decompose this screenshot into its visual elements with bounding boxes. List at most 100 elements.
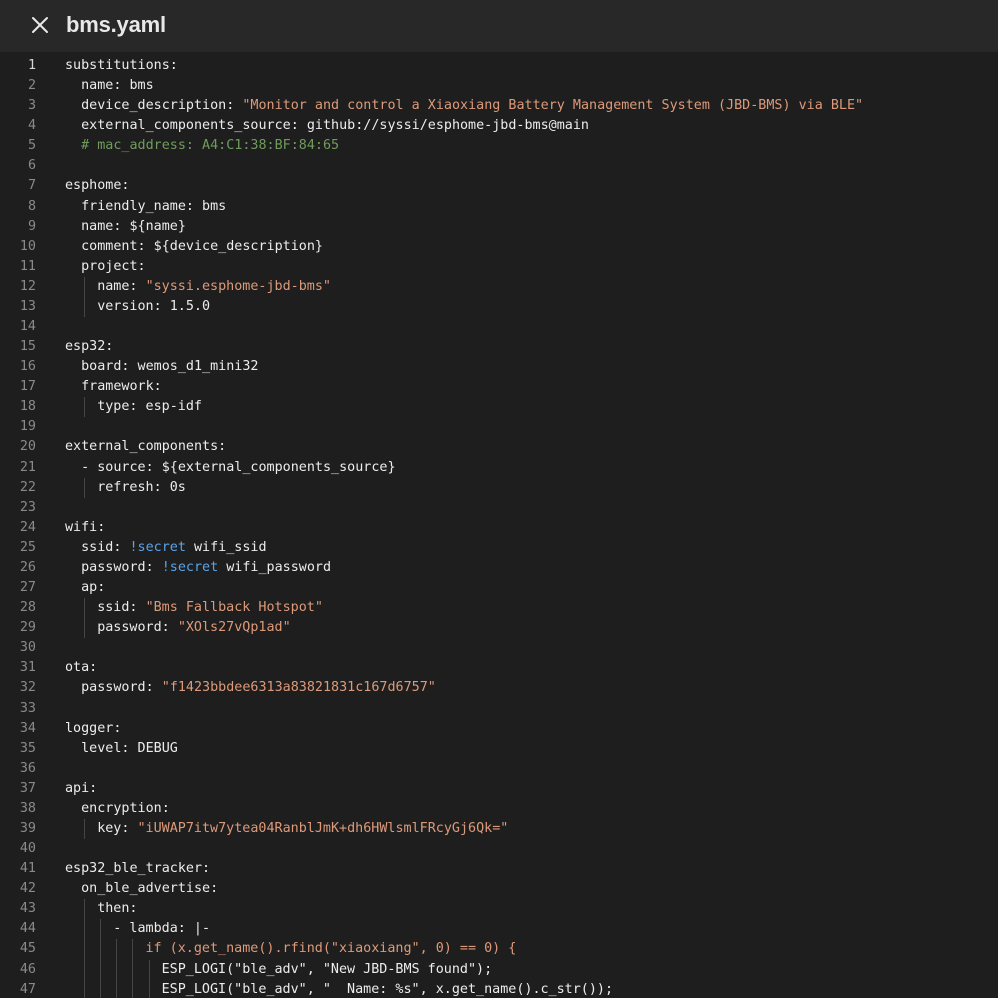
- code-line[interactable]: 30: [0, 638, 998, 658]
- code-text: esphome:: [65, 176, 130, 196]
- code-line[interactable]: 23: [0, 498, 998, 518]
- line-number: 8: [27, 198, 36, 214]
- code-line[interactable]: 20 external_components:: [0, 437, 998, 457]
- code-text: external_components:: [65, 437, 226, 457]
- indent-guide: [100, 919, 102, 940]
- close-button[interactable]: [24, 9, 56, 41]
- code-line[interactable]: 36: [0, 759, 998, 779]
- code-text: password: "XOls27vQp1ad": [97, 618, 291, 638]
- code-line[interactable]: 40: [0, 839, 998, 859]
- code-text: on_ble_advertise:: [81, 879, 218, 899]
- code-line[interactable]: 17 framework:: [0, 377, 998, 397]
- code-text: name: ${name}: [81, 217, 186, 237]
- key-token: level: DEBUG: [81, 740, 178, 756]
- code-line[interactable]: 12 name: "syssi.esphome-jbd-bms": [0, 276, 998, 297]
- code-editor[interactable]: 1 substitutions: 2 name: bms 3 device_descrip…: [0, 56, 998, 998]
- code-line[interactable]: 44 - lambda: |-: [0, 919, 998, 940]
- indent-guide: [84, 959, 86, 980]
- code-line[interactable]: 24 wifi:: [0, 518, 998, 538]
- code-text: name: bms: [81, 76, 154, 96]
- line-number: 23: [19, 499, 36, 515]
- code-line[interactable]: 43 then:: [0, 899, 998, 920]
- code-line[interactable]: 28 ssid: "Bms Fallback Hotspot": [0, 598, 998, 619]
- indent-guide: [84, 397, 86, 418]
- code-line[interactable]: 10 comment: ${device_description}: [0, 237, 998, 257]
- code-line[interactable]: 27 ap:: [0, 578, 998, 598]
- line-number: 39: [19, 820, 36, 836]
- string-token: "syssi.esphome-jbd-bms": [145, 278, 331, 294]
- code-line[interactable]: 7 esphome:: [0, 176, 998, 196]
- code-line[interactable]: 29 password: "XOls27vQp1ad": [0, 618, 998, 639]
- code-line[interactable]: 5 # mac_address: A4:C1:38:BF:84:65: [0, 136, 998, 156]
- code-line[interactable]: 47 ESP_LOGI("ble_adv", " Name: %s", x.get…: [0, 979, 998, 998]
- code-line[interactable]: 37 api:: [0, 779, 998, 799]
- code-line[interactable]: 32 password: "f1423bbdee6313a83821831c167…: [0, 678, 998, 698]
- code-line[interactable]: 18 type: esp-idf: [0, 397, 998, 418]
- code-line[interactable]: 25 ssid: !secret wifi_ssid: [0, 538, 998, 558]
- code-text: device_description: "Monitor and control…: [81, 96, 863, 116]
- line-number: 31: [19, 660, 36, 676]
- code-line[interactable]: 11 project:: [0, 257, 998, 277]
- file-title: bms.yaml: [66, 12, 166, 37]
- code-line[interactable]: 1 substitutions:: [0, 56, 998, 76]
- code-text: friendly_name: bms: [81, 197, 226, 217]
- code-line[interactable]: 22 refresh: 0s: [0, 477, 998, 498]
- indent-guide: [116, 979, 118, 998]
- code-line[interactable]: 45 if (x.get_name().rfind("xiaoxiang", 0)…: [0, 939, 998, 960]
- key-token: key:: [97, 820, 138, 836]
- key-token: type: esp-idf: [97, 399, 202, 415]
- indent-guide: [100, 959, 102, 980]
- code-line[interactable]: 31 ota:: [0, 658, 998, 678]
- key-token: ssid:: [97, 600, 146, 616]
- code-line[interactable]: 16 board: wemos_d1_mini32: [0, 357, 998, 377]
- key-token: on_ble_advertise:: [81, 881, 219, 897]
- code-line[interactable]: 6: [0, 156, 998, 176]
- code-line[interactable]: 4 external_components_source: github://sy…: [0, 116, 998, 136]
- code-text: project:: [81, 257, 146, 277]
- code-text: ssid: !secret wifi_ssid: [81, 538, 266, 558]
- code-line[interactable]: 35 level: DEBUG: [0, 739, 998, 759]
- code-text: ap:: [81, 578, 105, 598]
- indent-guide: [100, 939, 102, 960]
- indent-guide: [100, 979, 102, 998]
- code-line[interactable]: 9 name: ${name}: [0, 217, 998, 237]
- key-token: external_components_source: github://sys…: [81, 118, 589, 134]
- line-number: 32: [19, 680, 36, 696]
- code-line[interactable]: 46 ESP_LOGI("ble_adv", "New JBD-BMS found…: [0, 959, 998, 980]
- key-token: ssid:: [81, 539, 130, 555]
- code-line[interactable]: 19: [0, 417, 998, 437]
- string-token: "Monitor and control a Xiaoxiang Battery…: [242, 98, 864, 114]
- code-line[interactable]: 8 friendly_name: bms: [0, 197, 998, 217]
- code-line[interactable]: 33: [0, 699, 998, 719]
- indent-guide: [84, 618, 86, 639]
- code-text: if (x.get_name().rfind("xiaoxiang", 0) =…: [146, 939, 517, 959]
- code-line[interactable]: 15 esp32:: [0, 337, 998, 357]
- code-line[interactable]: 3 device_description: "Monitor and contro…: [0, 96, 998, 116]
- code-line[interactable]: 34 logger:: [0, 719, 998, 739]
- line-number: 10: [19, 238, 36, 254]
- code-line[interactable]: 42 on_ble_advertise:: [0, 879, 998, 899]
- line-number: 6: [27, 158, 36, 174]
- code-line[interactable]: 2 name: bms: [0, 76, 998, 96]
- code-line[interactable]: 21 - source: ${external_components_source…: [0, 458, 998, 478]
- code-line[interactable]: 13 version: 1.5.0: [0, 296, 998, 318]
- code-line[interactable]: 39 key: "iUWAP7itw7ytea04RanblJmK+dh6HWls…: [0, 818, 998, 840]
- key-token: ESP_LOGI("ble_adv", "New JBD-BMS found")…: [161, 961, 493, 977]
- code-line[interactable]: 38 encryption:: [0, 799, 998, 819]
- code-line[interactable]: 41 esp32_ble_tracker:: [0, 859, 998, 879]
- line-number: 17: [19, 379, 36, 395]
- code-line[interactable]: 26 password: !secret wifi_password: [0, 558, 998, 578]
- string-token: "iUWAP7itw7ytea04RanblJmK+dh6HWlsmlFRcyG…: [137, 820, 509, 836]
- line-number: 9: [27, 218, 36, 234]
- code-text: password: "f1423bbdee6313a83821831c167d6…: [81, 678, 436, 698]
- code-text: substitutions:: [65, 56, 178, 76]
- line-number: 34: [19, 720, 36, 736]
- code-text: ota:: [65, 658, 97, 678]
- code-line[interactable]: 14: [0, 317, 998, 337]
- indent-guide: [84, 477, 86, 498]
- key-token: version: 1.5.0: [97, 298, 211, 314]
- code-text: ssid: "Bms Fallback Hotspot": [97, 598, 323, 618]
- title-bar: bms.yaml: [0, 0, 998, 52]
- line-number: 21: [19, 459, 36, 475]
- indent-guide: [84, 818, 86, 840]
